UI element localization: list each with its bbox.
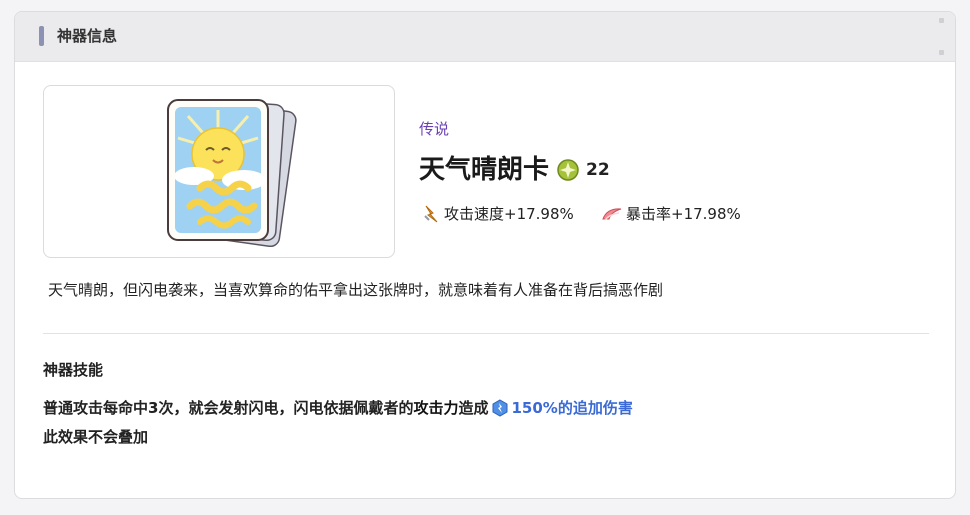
skill-text-mid: 造成 [458, 399, 489, 417]
skill-description-line2: 此效果不会叠加 [43, 428, 149, 446]
attack-speed-icon [424, 205, 438, 222]
damage-icon [492, 399, 508, 417]
artifact-level: 22 [586, 160, 610, 180]
skill-section-title: 神器技能 [43, 361, 104, 379]
section-divider [43, 333, 929, 334]
panel-header: 神器信息 [15, 12, 955, 62]
stat-label: 暴击率+17.98% [626, 205, 741, 223]
artifact-name-row: 天气晴朗卡 22 [419, 152, 610, 188]
skill-text-prefix: 普通攻击每命中3次，就会发射闪电，闪电依据佩戴者的 [43, 399, 414, 417]
rarity-label: 传说 [419, 120, 450, 138]
stat-crit-rate: 暴击率+17.98% [601, 203, 741, 224]
skill-damage-value: 150%的追加伤害 [511, 399, 633, 417]
level-badge-icon [557, 159, 579, 181]
header-accent-bar [39, 26, 44, 46]
artifact-info-panel: 神器信息 传说 天气晴朗卡 22 攻击速度+17.98% 暴击率+17.98% … [14, 11, 956, 499]
skill-keyword-attack: 攻击力 [413, 399, 459, 417]
stat-label: 攻击速度+17.98% [444, 205, 574, 223]
weather-card-image [167, 98, 297, 248]
stat-attack-speed: 攻击速度+17.98% [423, 203, 574, 224]
skill-description-line1: 普通攻击每命中3次，就会发射闪电，闪电依据佩戴者的 攻击力 造成 150%的追加… [43, 397, 633, 419]
artifact-image-frame [43, 85, 395, 258]
crit-rate-icon [602, 207, 622, 220]
corner-decoration [939, 18, 945, 56]
artifact-description: 天气晴朗，但闪电袭来，当喜欢算命的佑平拿出这张牌时，就意味着有人准备在背后搞恶作… [48, 281, 664, 299]
artifact-name: 天气晴朗卡 [419, 155, 550, 185]
panel-title: 神器信息 [57, 27, 118, 45]
